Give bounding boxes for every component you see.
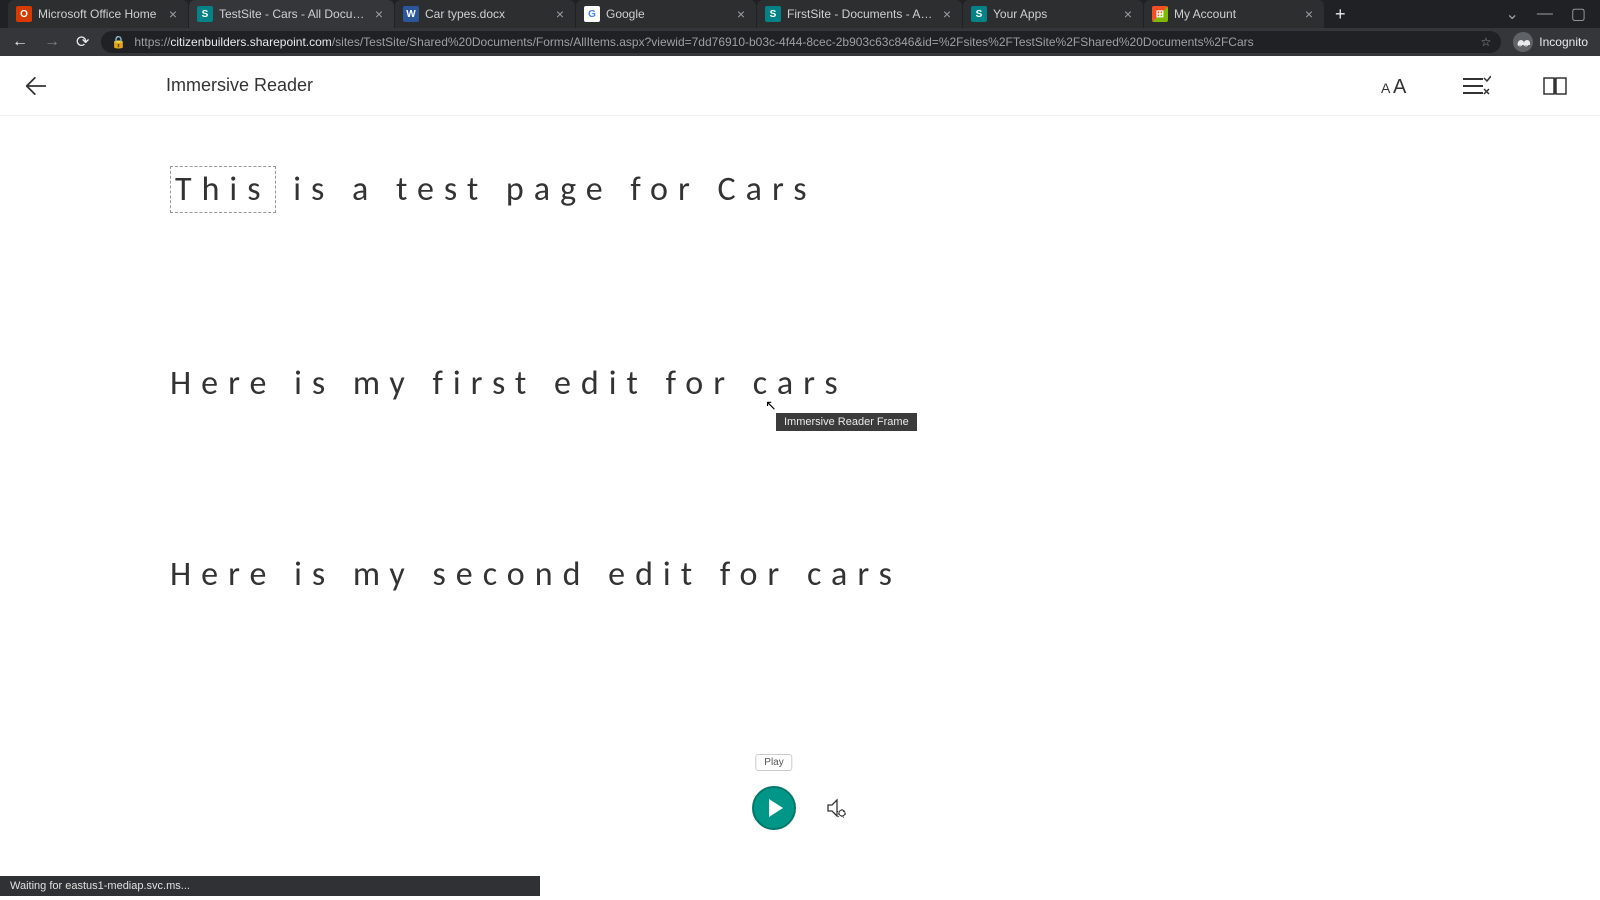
tab-office-home[interactable]: O Microsoft Office Home × — [8, 0, 188, 28]
forward-button[interactable]: → — [40, 33, 64, 51]
tab-strip: O Microsoft Office Home × S TestSite - C… — [0, 0, 1600, 28]
close-icon[interactable]: × — [1121, 7, 1135, 21]
close-icon[interactable]: × — [553, 7, 567, 21]
favicon-sharepoint: S — [765, 6, 781, 22]
incognito-icon — [1513, 32, 1533, 52]
favicon-sharepoint: S — [197, 6, 213, 22]
favicon-sharepoint: S — [971, 6, 987, 22]
grammar-options-button[interactable] — [1456, 66, 1496, 106]
line-rest: is a test page for Cars — [276, 169, 817, 210]
close-icon[interactable]: × — [940, 7, 954, 21]
tab-title: Microsoft Office Home — [38, 7, 160, 21]
close-icon[interactable]: × — [372, 7, 386, 21]
highlighted-word: This — [170, 166, 276, 213]
maximize-icon[interactable]: ▢ — [1571, 4, 1586, 24]
play-controls: Play — [752, 786, 848, 830]
play-tooltip: Play — [755, 754, 792, 771]
close-icon[interactable]: × — [734, 7, 748, 21]
content-line-1: This is a test page for Cars — [170, 166, 1600, 213]
incognito-label: Incognito — [1539, 35, 1588, 49]
reload-button[interactable]: ⟳ — [72, 32, 93, 52]
favicon-word: W — [403, 6, 419, 22]
tab-your-apps[interactable]: S Your Apps × — [963, 0, 1143, 28]
address-bar[interactable]: 🔒 https://citizenbuilders.sharepoint.com… — [101, 31, 1501, 53]
close-icon[interactable]: × — [1302, 7, 1316, 21]
back-button[interactable]: ← — [8, 33, 32, 51]
tab-title: Your Apps — [993, 7, 1115, 21]
tab-testsite-cars[interactable]: S TestSite - Cars - All Documents × — [189, 0, 394, 28]
svg-text:A: A — [1381, 80, 1391, 96]
tab-title: Google — [606, 7, 728, 21]
close-icon[interactable]: × — [166, 7, 180, 21]
reader-back-button[interactable] — [16, 66, 56, 106]
lock-icon: 🔒 — [111, 35, 126, 49]
status-bar: Waiting for eastus1-mediap.svc.ms... — [0, 876, 540, 896]
bookmark-star-icon[interactable]: ☆ — [1481, 35, 1492, 49]
tab-title: FirstSite - Documents - All Docu — [787, 7, 934, 21]
play-button[interactable]: Play — [752, 786, 796, 830]
url-text: https://citizenbuilders.sharepoint.com/s… — [134, 35, 1253, 49]
cursor-icon: ↖ — [765, 397, 777, 414]
voice-settings-button[interactable] — [824, 796, 848, 820]
favicon-microsoft: ⊞ — [1152, 6, 1168, 22]
content-line-2: Here is my first edit for cars — [170, 363, 1600, 404]
tab-my-account[interactable]: ⊞ My Account × — [1144, 0, 1324, 28]
minimize-icon[interactable]: — — [1537, 5, 1553, 23]
incognito-badge[interactable]: Incognito — [1509, 32, 1592, 52]
reading-preferences-button[interactable] — [1536, 66, 1576, 106]
content-line-3: Here is my second edit for cars — [170, 554, 1600, 595]
favicon-google: G — [584, 6, 600, 22]
address-row: ← → ⟳ 🔒 https://citizenbuilders.sharepoi… — [0, 28, 1600, 56]
tab-title: My Account — [1174, 7, 1296, 21]
tab-google[interactable]: G Google × — [576, 0, 756, 28]
browser-chrome: O Microsoft Office Home × S TestSite - C… — [0, 0, 1600, 56]
play-icon — [769, 799, 783, 817]
chevron-down-icon[interactable]: ⌄ — [1505, 4, 1518, 24]
tooltip: Immersive Reader Frame — [776, 413, 917, 431]
svg-text:A: A — [1393, 76, 1407, 98]
reader-header: Immersive Reader AA — [0, 56, 1600, 116]
tab-firstsite-documents[interactable]: S FirstSite - Documents - All Docu × — [757, 0, 962, 28]
window-controls: ⌄ — ▢ — [1505, 4, 1600, 24]
favicon-office: O — [16, 6, 32, 22]
tab-title: TestSite - Cars - All Documents — [219, 7, 366, 21]
tab-title: Car types.docx — [425, 7, 547, 21]
tab-car-types-docx[interactable]: W Car types.docx × — [395, 0, 575, 28]
reader-title: Immersive Reader — [166, 75, 313, 96]
reader-controls: AA — [1376, 66, 1584, 106]
reader-content: This is a test page for Cars Here is my … — [0, 116, 1600, 595]
text-preferences-button[interactable]: AA — [1376, 66, 1416, 106]
new-tab-button[interactable]: + — [1325, 4, 1356, 25]
